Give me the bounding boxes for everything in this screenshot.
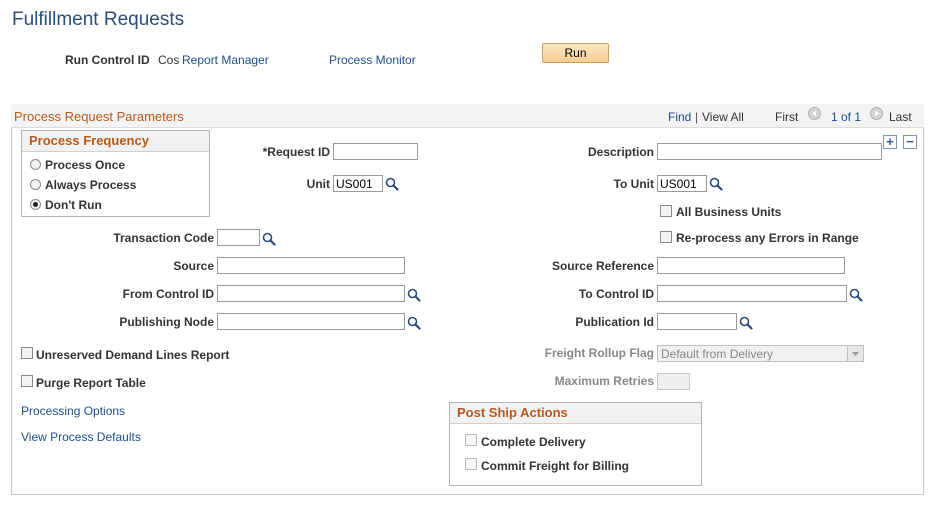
commit-freight-label: Commit Freight for Billing — [481, 459, 629, 473]
source-input[interactable] — [217, 257, 405, 274]
publishing-node-label: Publishing Node — [119, 315, 214, 329]
purge-report-checkbox[interactable] — [21, 375, 33, 387]
process-once-label: Process Once — [45, 158, 126, 172]
view-all-link[interactable]: View All — [702, 110, 744, 124]
reprocess-errors-label: Re-process any Errors in Range — [676, 231, 859, 245]
always-process-radio[interactable] — [30, 179, 41, 190]
description-input[interactable] — [657, 143, 882, 160]
to-control-id-lookup-icon[interactable] — [849, 288, 863, 302]
delete-row-icon[interactable]: − — [903, 135, 917, 149]
to-control-id-label: To Control ID — [578, 287, 654, 301]
to-control-id-input[interactable] — [657, 285, 847, 302]
freight-rollup-dropdown[interactable]: Default from Delivery — [657, 345, 864, 362]
dont-run-radio[interactable] — [30, 199, 41, 210]
report-manager-link[interactable]: Report Manager — [182, 53, 269, 67]
maximum-retries-input[interactable] — [657, 373, 690, 390]
run-control-value: Cos — [158, 53, 180, 67]
publication-id-label: Publication Id — [575, 315, 654, 329]
unreserved-demand-label: Unreserved Demand Lines Report — [36, 348, 230, 362]
commit-freight-checkbox[interactable] — [465, 458, 477, 470]
publishing-node-input[interactable] — [217, 313, 405, 330]
request-id-input[interactable] — [333, 143, 418, 160]
pager-count: 1 of 1 — [831, 110, 862, 124]
panel-title: Process Request Parameters — [14, 109, 184, 124]
transaction-code-input[interactable] — [217, 229, 260, 246]
run-button[interactable]: Run — [542, 43, 609, 63]
chevron-down-icon — [847, 346, 863, 361]
unit-lookup-icon[interactable] — [385, 177, 399, 191]
page-title: Fulfillment Requests — [12, 9, 185, 30]
process-once-radio[interactable] — [30, 159, 41, 170]
from-control-id-lookup-icon[interactable] — [407, 288, 421, 302]
reprocess-errors-checkbox[interactable] — [660, 231, 672, 243]
transaction-code-lookup-icon[interactable] — [262, 232, 276, 246]
dont-run-label: Don't Run — [45, 198, 102, 212]
source-reference-input[interactable] — [657, 257, 845, 274]
to-unit-label: To Unit — [613, 177, 654, 191]
to-unit-lookup-icon[interactable] — [709, 177, 723, 191]
processing-options-link[interactable]: Processing Options — [21, 404, 125, 418]
process-monitor-link[interactable]: Process Monitor — [329, 53, 416, 67]
freight-rollup-label: Freight Rollup Flag — [544, 346, 654, 360]
from-control-id-label: From Control ID — [122, 287, 214, 301]
previous-icon[interactable] — [808, 107, 821, 120]
first-label: First — [775, 110, 799, 124]
run-control-label: Run Control ID — [65, 53, 150, 67]
source-reference-label: Source Reference — [551, 259, 654, 273]
find-link[interactable]: Find — [668, 110, 691, 124]
complete-delivery-checkbox[interactable] — [465, 434, 477, 446]
unit-label: Unit — [306, 177, 330, 191]
purge-report-label: Purge Report Table — [36, 376, 146, 390]
request-id-label: *Request ID — [262, 145, 330, 159]
source-label: Source — [173, 259, 214, 273]
process-frequency-title: Process Frequency — [22, 131, 209, 152]
complete-delivery-label: Complete Delivery — [481, 435, 586, 449]
view-process-defaults-link[interactable]: View Process Defaults — [21, 430, 141, 444]
publication-id-lookup-icon[interactable] — [739, 316, 753, 330]
separator: | — [695, 110, 699, 124]
post-ship-actions-title: Post Ship Actions — [450, 403, 701, 424]
next-icon[interactable] — [870, 107, 883, 120]
to-unit-input[interactable] — [657, 175, 707, 192]
freight-rollup-value: Default from Delivery — [661, 347, 774, 361]
all-business-units-label: All Business Units — [676, 205, 782, 219]
unreserved-demand-checkbox[interactable] — [21, 347, 33, 359]
description-label: Description — [587, 145, 654, 159]
publication-id-input[interactable] — [657, 313, 737, 330]
unit-input[interactable] — [333, 175, 383, 192]
transaction-code-label: Transaction Code — [113, 231, 214, 245]
always-process-label: Always Process — [45, 178, 137, 192]
maximum-retries-label: Maximum Retries — [554, 374, 654, 388]
add-row-icon[interactable]: + — [883, 135, 897, 149]
from-control-id-input[interactable] — [217, 285, 405, 302]
last-label: Last — [889, 110, 912, 124]
all-business-units-checkbox[interactable] — [660, 205, 672, 217]
publishing-node-lookup-icon[interactable] — [407, 316, 421, 330]
